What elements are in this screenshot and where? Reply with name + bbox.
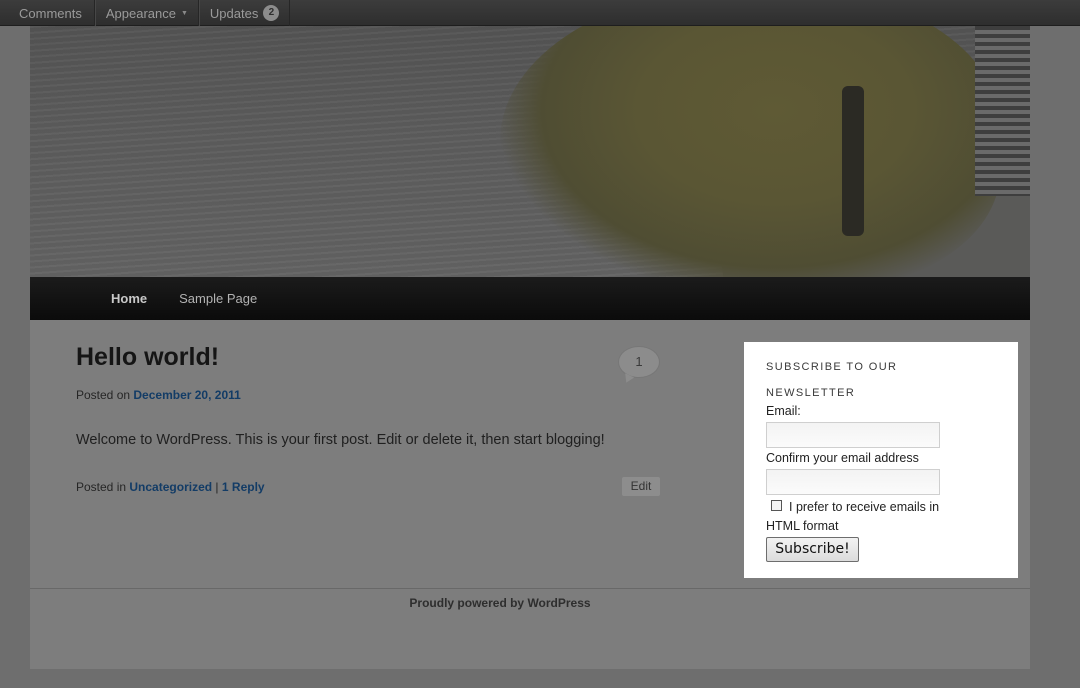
confirm-email-field[interactable] [766, 469, 940, 495]
subscribe-button[interactable]: Subscribe! [766, 537, 859, 562]
post-footer-meta: Posted in Uncategorized | 1 Reply [76, 480, 265, 494]
post-meta: Posted on December 20, 2011 [76, 388, 241, 402]
widget-title: SUBSCRIBE TO OUR NEWSLETTER [766, 361, 898, 399]
post-body: Welcome to WordPress. This is your first… [76, 432, 605, 448]
nav-item-sample-page[interactable]: Sample Page [179, 291, 257, 306]
main-navigation: Home Sample Page [30, 277, 1030, 320]
posted-in-label: Posted in [76, 480, 127, 494]
updates-label: Updates [209, 5, 259, 21]
reply-label: Reply [231, 480, 265, 494]
admin-bar-updates[interactable]: Updates 2 [198, 0, 291, 26]
reply-count: 1 [221, 480, 229, 494]
admin-bar-appearance[interactable]: Appearance ▼ [94, 0, 199, 26]
chevron-down-icon: ▼ [180, 9, 188, 17]
email-label: Email: [766, 404, 801, 418]
comment-count-bubble[interactable]: 1 [618, 346, 660, 378]
tree-trunk [842, 86, 864, 236]
admin-bar-comments[interactable]: Comments [0, 0, 95, 26]
post-title[interactable]: Hello world! [76, 343, 219, 372]
nav-item-home[interactable]: Home [111, 291, 147, 306]
html-format-label: I prefer to receive emails in HTML forma… [766, 500, 940, 533]
post-date-link[interactable]: December 20, 2011 [133, 388, 240, 402]
confirm-email-label: Confirm your email address [766, 451, 919, 465]
updates-count-badge: 2 [263, 5, 280, 21]
email-field[interactable] [766, 422, 940, 448]
stairs [975, 26, 1030, 196]
meta-separator: | [215, 480, 219, 494]
header-image[interactable] [30, 26, 1030, 277]
footer-credit[interactable]: Proudly powered by WordPress [0, 596, 1000, 610]
admin-bar: Comments Appearance ▼ Updates 2 [0, 0, 1080, 26]
reply-link[interactable]: 1 Reply [222, 480, 265, 494]
comments-label: Comments [19, 5, 82, 21]
edit-post-link[interactable]: Edit [622, 477, 660, 496]
subscribe-widget: SUBSCRIBE TO OUR NEWSLETTER Email: Confi… [744, 342, 1018, 578]
appearance-label: Appearance [105, 5, 176, 21]
category-link[interactable]: Uncategorized [129, 480, 212, 494]
posted-on-label: Posted on [76, 388, 131, 402]
willow-tree [500, 26, 1000, 277]
